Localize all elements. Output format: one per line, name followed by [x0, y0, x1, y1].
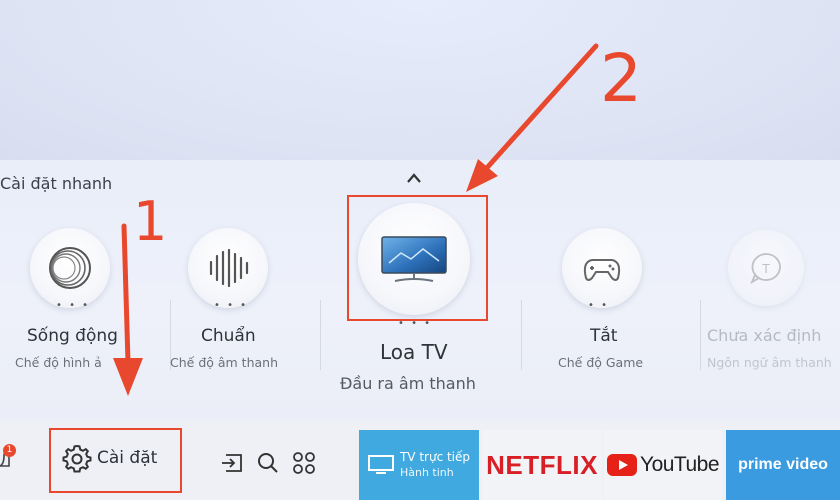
annotation-number-1: 1: [133, 190, 168, 253]
arrow-annotations: [113, 43, 599, 396]
annotation-number-2: 2: [600, 40, 642, 117]
